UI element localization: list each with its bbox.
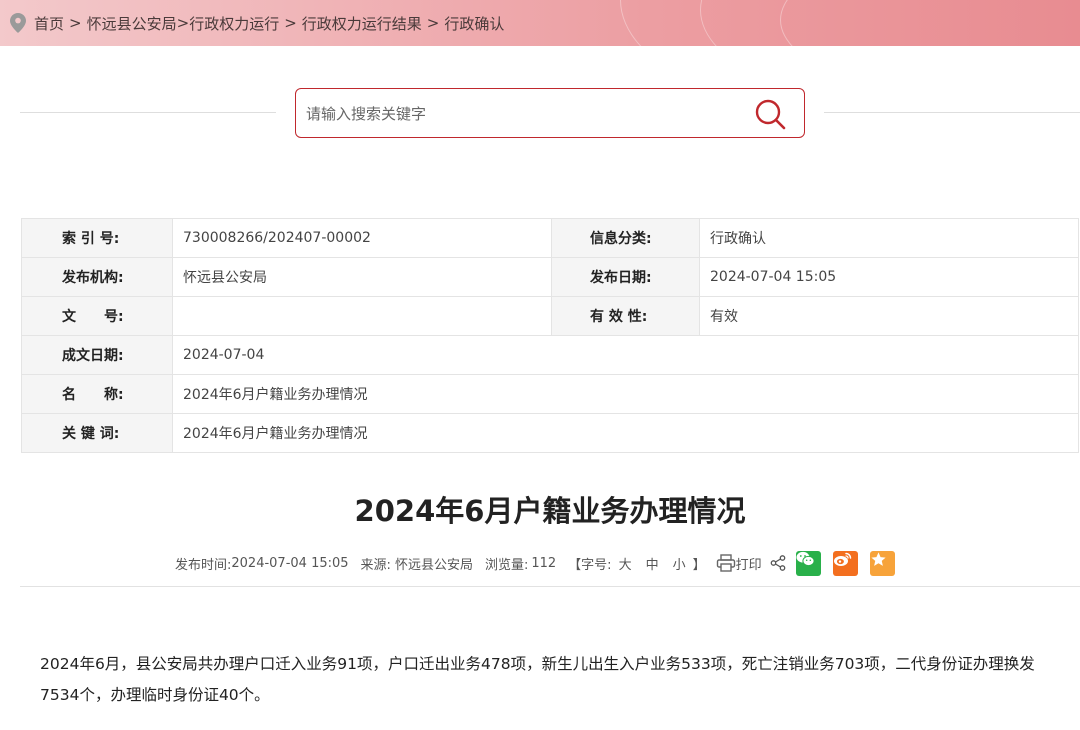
publish-date-value: 2024-07-04 15:05 — [699, 257, 1079, 297]
name-value: 2024年6月户籍业务办理情况 — [172, 374, 1079, 414]
weibo-icon — [833, 552, 851, 566]
banner-decoration — [780, 0, 1080, 46]
print-button[interactable]: 打印 — [716, 554, 762, 573]
info-category-value: 行政确认 — [699, 218, 1079, 258]
breadcrumb-admin-power-results[interactable]: 行政权力运行结果 — [302, 13, 422, 34]
breadcrumb-separator: > — [426, 14, 440, 32]
name-label: 名 称: — [21, 374, 173, 414]
publish-time-label: 发布时间: — [175, 557, 232, 573]
info-category-label: 信息分类: — [551, 218, 700, 258]
font-size-label: 【字号: — [568, 557, 612, 573]
table-row: 关 键 词: 2024年6月户籍业务办理情况 — [21, 413, 1079, 453]
font-size-small-button[interactable]: 小 — [673, 554, 686, 573]
validity-label: 有 效 性: — [551, 296, 700, 336]
publisher-label: 发布机构: — [21, 257, 173, 297]
breadcrumb-separator: > — [69, 14, 82, 32]
top-banner: 首页 > 怀远县公安局 > 行政权力运行 > 行政权力运行结果 > 行政确认 — [0, 0, 1080, 46]
article-body: 2024年6月，县公安局共办理户口迁入业务91项，户口迁出业务478项，新生儿出… — [40, 655, 1035, 704]
article-title: 2024年6月户籍业务办理情况 — [354, 494, 746, 528]
search-box — [295, 88, 805, 138]
source-label: 来源: — [360, 557, 391, 573]
publish-date-label: 发布日期: — [551, 257, 700, 297]
search-input[interactable] — [306, 99, 746, 129]
location-pin-icon — [10, 13, 26, 33]
publisher-value: 怀远县公安局 — [172, 257, 552, 297]
validity-value: 有效 — [699, 296, 1079, 336]
weibo-share-button[interactable] — [832, 550, 858, 576]
printer-icon — [716, 554, 735, 572]
font-size-medium-button[interactable]: 中 — [646, 554, 659, 573]
keywords-value: 2024年6月户籍业务办理情况 — [172, 413, 1079, 453]
keywords-label: 关 键 词: — [21, 413, 173, 453]
wechat-share-button[interactable] — [795, 550, 821, 576]
index-number-value: 730008266/202407-00002 — [172, 218, 552, 258]
font-size-large-button[interactable]: 大 — [619, 554, 632, 573]
table-row: 成文日期: 2024-07-04 — [21, 335, 1079, 375]
document-number-value — [172, 296, 552, 336]
breadcrumb-admin-confirmation[interactable]: 行政确认 — [444, 13, 504, 34]
search-divider-left — [20, 112, 276, 113]
creation-date-label: 成文日期: — [21, 335, 173, 375]
table-row: 名 称: 2024年6月户籍业务办理情况 — [21, 374, 1079, 414]
table-row: 发布机构: 怀远县公安局 发布日期: 2024-07-04 15:05 — [21, 257, 1079, 297]
wechat-icon — [796, 551, 815, 566]
breadcrumb-admin-power[interactable]: 行政权力运行 — [189, 13, 279, 34]
table-row: 文 号: 有 效 性: 有效 — [21, 296, 1079, 336]
publish-time-value: 2024-07-04 15:05 — [231, 555, 349, 571]
document-number-label: 文 号: — [21, 296, 173, 336]
search-divider-right — [824, 112, 1080, 113]
breadcrumb-separator: > — [176, 14, 190, 32]
info-metadata-table: 索 引 号: 730008266/202407-00002 信息分类: 行政确认… — [21, 218, 1079, 453]
font-size-bracket-end: 】 — [692, 557, 706, 573]
creation-date-value: 2024-07-04 — [172, 335, 1079, 375]
search-icon[interactable] — [754, 98, 786, 130]
article-info-bar: 发布时间: 2024-07-04 15:05 来源: 怀远县公安局 浏览量: 1… — [175, 550, 895, 576]
search-section — [0, 88, 1080, 138]
breadcrumb-separator: > — [284, 14, 297, 32]
favorite-button[interactable] — [869, 550, 895, 576]
content-divider — [20, 586, 1080, 587]
breadcrumb-home[interactable]: 首页 — [34, 13, 64, 34]
source-value: 怀远县公安局 — [394, 557, 473, 573]
table-row: 索 引 号: 730008266/202407-00002 信息分类: 行政确认 — [21, 218, 1079, 258]
breadcrumb: 首页 > 怀远县公安局 > 行政权力运行 > 行政权力运行结果 > 行政确认 — [10, 0, 504, 46]
print-label: 打印 — [735, 557, 762, 573]
breadcrumb-police-bureau[interactable]: 怀远县公安局 — [87, 13, 177, 34]
share-icon[interactable] — [770, 555, 786, 571]
views-count: 112 — [531, 555, 557, 571]
index-number-label: 索 引 号: — [21, 218, 173, 258]
views-label: 浏览量: — [484, 557, 529, 573]
star-icon — [871, 551, 886, 566]
